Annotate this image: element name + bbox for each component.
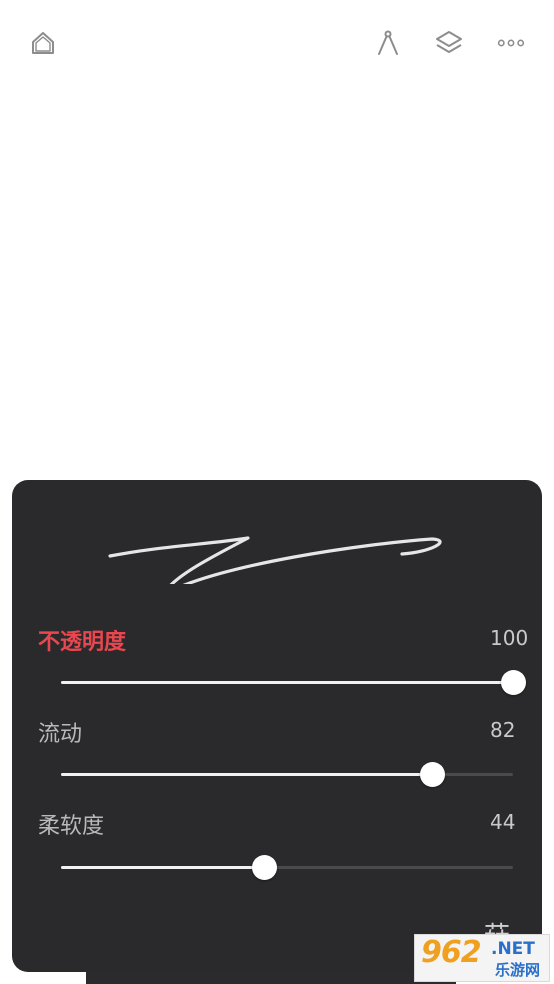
brush-stroke-preview [108, 536, 442, 584]
ruler-icon[interactable] [371, 26, 405, 60]
flow-slider-thumb[interactable] [420, 762, 445, 787]
watermark-number: 962 [421, 935, 482, 970]
opacity-value: 100 [490, 626, 529, 650]
flow-slider[interactable] [61, 762, 513, 787]
top-toolbar [0, 0, 554, 90]
opacity-slider-thumb[interactable] [501, 670, 526, 695]
softness-slider-thumb[interactable] [252, 855, 277, 880]
watermark-sub: 乐游网 [495, 961, 541, 979]
opacity-slider-fill [61, 681, 513, 684]
site-watermark-logo: 962 .NET 乐游网 [414, 934, 550, 982]
opacity-slider[interactable] [61, 670, 526, 695]
opacity-label: 不透明度 [38, 630, 127, 655]
softness-slider[interactable] [61, 855, 513, 880]
softness-value: 44 [490, 810, 516, 834]
watermark-suffix: .NET [491, 939, 535, 959]
layers-icon[interactable] [432, 26, 466, 60]
more-icon[interactable] [494, 26, 528, 60]
brush-settings-panel: 不透明度 100 流动 82 柔软度 44 菇 [12, 480, 542, 972]
softness-label: 柔软度 [38, 814, 105, 839]
home-icon[interactable] [26, 26, 60, 60]
flow-slider-fill [61, 773, 432, 776]
flow-value: 82 [490, 718, 516, 742]
softness-slider-fill [61, 866, 264, 869]
flow-label: 流动 [38, 722, 83, 747]
